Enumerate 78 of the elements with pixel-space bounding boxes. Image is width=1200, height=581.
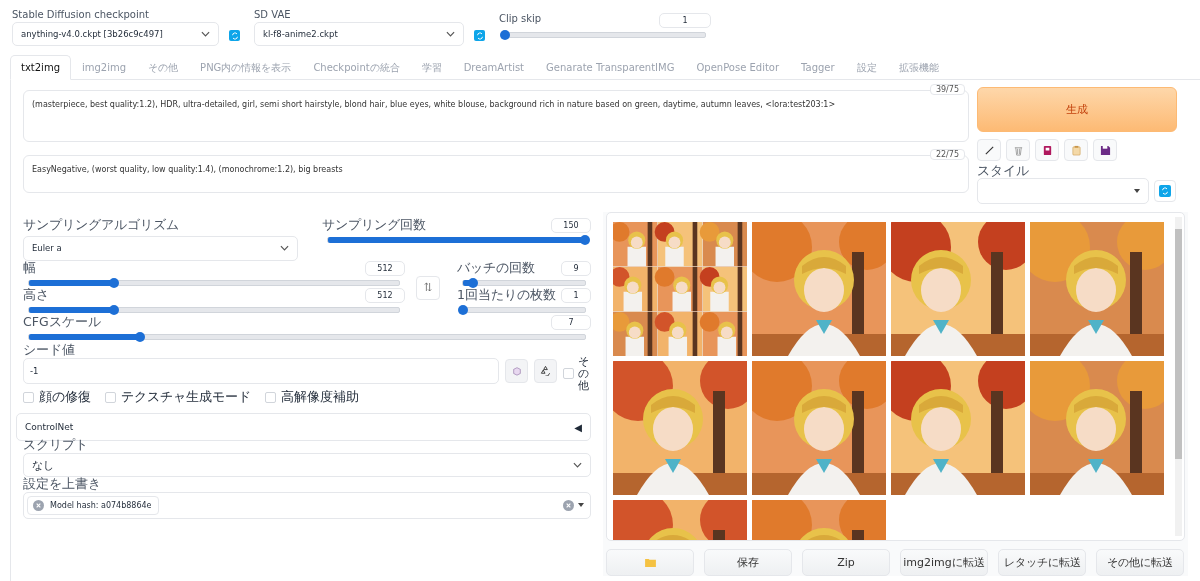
remove-icon[interactable] bbox=[33, 499, 44, 511]
collapse-toggle[interactable]: ◀ bbox=[574, 421, 582, 433]
checkbox-label: テクスチャ生成モード bbox=[121, 389, 251, 407]
action-button[interactable]: 保存 bbox=[704, 548, 792, 576]
slider-label: 幅 bbox=[23, 260, 36, 275]
slider-handle[interactable] bbox=[109, 277, 120, 288]
floppy-icon bbox=[1099, 144, 1111, 156]
slider-handle[interactable] bbox=[500, 30, 510, 40]
folder-icon bbox=[644, 557, 656, 567]
save-button[interactable] bbox=[1093, 139, 1117, 161]
swap-icon bbox=[424, 282, 432, 292]
number-field[interactable]: 1 bbox=[659, 13, 711, 28]
action-button[interactable]: レタッチに転送 bbox=[998, 548, 1086, 576]
number-field[interactable]: 512 bbox=[365, 260, 405, 276]
slider-handle[interactable] bbox=[135, 331, 146, 342]
field-label: Clip skip bbox=[499, 13, 542, 24]
slider-label: サンプリング回数 bbox=[322, 217, 426, 232]
field-label: Stable Diffusion checkpoint bbox=[12, 9, 150, 20]
slider-label: バッチの回数 bbox=[457, 260, 535, 275]
refresh-icon bbox=[1159, 184, 1171, 197]
scrollbar-thumb[interactable] bbox=[1175, 228, 1182, 459]
book-button[interactable] bbox=[1035, 139, 1059, 161]
refresh-button[interactable] bbox=[1154, 179, 1176, 202]
caret-icon bbox=[1134, 188, 1140, 193]
trash-icon bbox=[1012, 144, 1024, 156]
clipboard-button[interactable] bbox=[1064, 139, 1088, 161]
caret-icon bbox=[578, 503, 584, 508]
generate-button[interactable]: 生成 bbox=[977, 87, 1177, 132]
chip-label: Model hash: a074b8864e bbox=[50, 500, 152, 510]
chevron-icon bbox=[201, 31, 210, 37]
field-label: SD VAE bbox=[254, 9, 292, 20]
chevron-icon bbox=[280, 245, 289, 251]
line-icon bbox=[983, 144, 995, 156]
slider-label: 1回当たりの枚数 bbox=[457, 287, 556, 302]
book-icon bbox=[1041, 144, 1053, 156]
field-label: スタイル bbox=[977, 164, 1030, 178]
token-counter: 22/75 bbox=[929, 149, 965, 160]
number-field[interactable]: 7 bbox=[551, 314, 591, 330]
checkbox-label: その他 bbox=[578, 356, 589, 393]
checkbox[interactable] bbox=[563, 368, 574, 380]
slider-handle[interactable] bbox=[109, 304, 120, 315]
checkbox[interactable] bbox=[265, 392, 276, 404]
action-button[interactable]: Zip bbox=[802, 548, 890, 576]
action-button[interactable]: img2imgに転送 bbox=[900, 548, 988, 576]
clipboard-icon bbox=[1070, 144, 1082, 156]
clear-icon[interactable] bbox=[563, 499, 574, 511]
field-label: シード値 bbox=[23, 342, 76, 357]
checkpoint-dropdown[interactable]: anything-v4.0.ckpt [3b26c9c497] bbox=[12, 22, 219, 46]
checkbox[interactable] bbox=[23, 392, 34, 404]
tag-chip[interactable]: Model hash: a074b8864e bbox=[27, 495, 159, 515]
slider-handle[interactable] bbox=[467, 277, 478, 288]
checkbox-label: 高解像度補助 bbox=[281, 389, 359, 407]
number-field[interactable]: 9 bbox=[561, 260, 591, 276]
number-field[interactable]: 1 bbox=[561, 287, 591, 303]
tab[interactable]: txt2img bbox=[10, 55, 71, 80]
recycle-icon bbox=[540, 364, 551, 376]
override-field[interactable]: Model hash: a074b8864e bbox=[23, 491, 591, 519]
sampler-dropdown[interactable]: Euler a bbox=[23, 235, 298, 261]
field-label: サンプリングアルゴリズム bbox=[23, 217, 180, 232]
slider-handle[interactable] bbox=[458, 304, 468, 315]
vae-dropdown[interactable]: kl-f8-anime2.ckpt bbox=[254, 22, 464, 46]
checkbox[interactable] bbox=[105, 392, 116, 404]
seed-field[interactable]: -1 bbox=[23, 358, 499, 385]
script-dropdown[interactable]: なし bbox=[23, 453, 591, 477]
slider-label: CFGスケール bbox=[23, 314, 101, 329]
slider-handle[interactable] bbox=[580, 234, 590, 245]
swap-button[interactable] bbox=[416, 275, 440, 300]
field-label: 設定を上書き bbox=[23, 477, 102, 491]
chevron-icon bbox=[573, 462, 582, 468]
action-button[interactable]: その他に転送 bbox=[1096, 548, 1184, 576]
number-field[interactable]: 150 bbox=[551, 217, 591, 233]
token-counter: 39/75 bbox=[929, 84, 965, 95]
number-field[interactable]: 512 bbox=[365, 287, 405, 303]
slider-label: 高さ bbox=[23, 287, 49, 302]
panel-title: ControlNet bbox=[25, 422, 74, 433]
recycle-button[interactable] bbox=[534, 359, 557, 384]
chevron-icon bbox=[446, 31, 455, 37]
checkbox-label: 顔の修復 bbox=[39, 389, 91, 407]
